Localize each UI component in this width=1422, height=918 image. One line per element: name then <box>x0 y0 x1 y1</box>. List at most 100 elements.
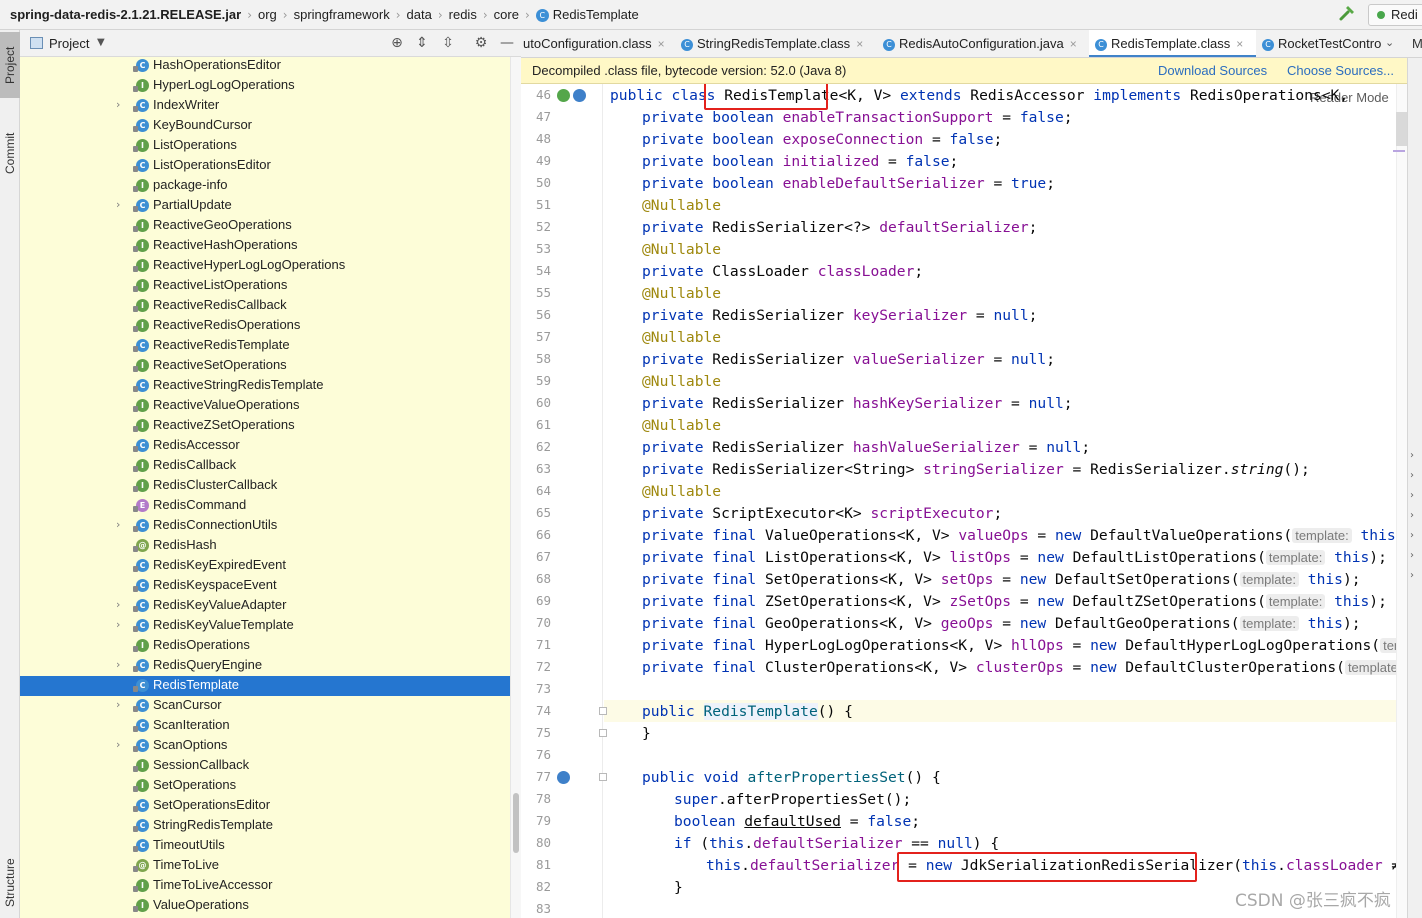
chevron-right-icon[interactable]: › <box>116 738 128 751</box>
chevron-right-icon[interactable]: › <box>116 98 128 111</box>
tree-item[interactable]: @ TimeToLive <box>20 856 510 876</box>
implements-marker-icon[interactable] <box>573 89 586 102</box>
tree-item[interactable]: C ScanIteration <box>20 716 510 736</box>
tree-item[interactable]: › C PartialUpdate <box>20 196 510 216</box>
project-tool-tab[interactable]: Project <box>0 32 20 98</box>
tree-item[interactable]: › C RedisKeyValueAdapter <box>20 596 510 616</box>
chevron-right-icon[interactable]: › <box>116 518 128 531</box>
breadcrumb-class[interactable]: C RedisTemplate <box>532 7 643 23</box>
tree-item[interactable]: I RedisClusterCallback <box>20 476 510 496</box>
tree-item[interactable]: I ListOperations <box>20 136 510 156</box>
tree-item[interactable]: I ReactiveRedisCallback <box>20 296 510 316</box>
tree-item[interactable]: I RedisOperations <box>20 636 510 656</box>
chevron-right-icon[interactable]: › <box>116 658 128 671</box>
close-icon[interactable]: × <box>856 37 863 51</box>
breadcrumb-core[interactable]: core <box>490 7 523 22</box>
tree-item[interactable]: C RedisKeyspaceEvent <box>20 576 510 596</box>
tree-item[interactable]: › C RedisConnectionUtils <box>20 516 510 536</box>
subclass-marker-icon[interactable] <box>557 89 570 102</box>
tree-item[interactable]: I SetOperations <box>20 776 510 796</box>
locate-target-icon[interactable]: ⊕ <box>388 34 406 52</box>
tree-item[interactable]: C StringRedisTemplate <box>20 816 510 836</box>
tree-item[interactable]: › C IndexWriter <box>20 96 510 116</box>
download-sources-link[interactable]: Download Sources <box>1158 63 1267 78</box>
fold-marker[interactable] <box>599 707 607 715</box>
chevron-right-icon[interactable]: › <box>1410 450 1414 461</box>
tree-item[interactable]: C ReactiveRedisTemplate <box>20 336 510 356</box>
chevron-right-icon[interactable]: › <box>116 198 128 211</box>
close-icon[interactable]: × <box>658 37 665 51</box>
tree-item[interactable]: C KeyBoundCursor <box>20 116 510 136</box>
chevron-right-icon[interactable]: › <box>1410 530 1414 541</box>
tree-item[interactable]: C ListOperationsEditor <box>20 156 510 176</box>
chevron-right-icon[interactable]: › <box>1410 550 1414 561</box>
tree-item[interactable]: C HashOperationsEditor <box>20 57 510 76</box>
editor-scrollbar[interactable] <box>1396 84 1407 918</box>
tree-item[interactable]: › C RedisKeyValueTemplate <box>20 616 510 636</box>
tree-item[interactable]: C ReactiveStringRedisTemplate <box>20 376 510 396</box>
tree-item[interactable]: › C RedisQueryEngine <box>20 656 510 676</box>
tab-redistemplate-class[interactable]: C RedisTemplate.class × <box>1089 30 1256 57</box>
fold-marker[interactable] <box>599 729 607 737</box>
project-view-selector[interactable]: Project <box>49 36 89 51</box>
tree-item[interactable]: › C ScanCursor <box>20 696 510 716</box>
chevron-right-icon[interactable]: › <box>1410 510 1414 521</box>
gear-icon[interactable]: ⚙ <box>472 34 490 52</box>
chevron-right-icon[interactable]: › <box>116 618 128 631</box>
tree-item[interactable]: I ReactiveHashOperations <box>20 236 510 256</box>
chevron-down-icon[interactable]: ▼ <box>97 37 105 48</box>
breadcrumb-redis[interactable]: redis <box>445 7 481 22</box>
build-hammer-icon[interactable] <box>1338 5 1356 23</box>
tree-item[interactable]: I ReactiveListOperations <box>20 276 510 296</box>
tree-item[interactable]: Ipackage-info <box>20 176 510 196</box>
chevron-right-icon[interactable]: › <box>1410 470 1414 481</box>
close-icon[interactable]: × <box>1070 37 1077 51</box>
chevron-right-icon[interactable]: › <box>116 598 128 611</box>
tab-redisautoconfiguration-java[interactable]: C RedisAutoConfiguration.java × <box>877 30 1089 57</box>
tree-scrollbar[interactable] <box>510 57 521 918</box>
tree-item[interactable]: I ReactiveHyperLogLogOperations <box>20 256 510 276</box>
tree-item[interactable]: C RedisKeyExpiredEvent <box>20 556 510 576</box>
tree-item[interactable]: I HyperLogLogOperations <box>20 76 510 96</box>
breadcrumb-org[interactable]: org <box>254 7 281 22</box>
tree-item[interactable]: I ReactiveGeoOperations <box>20 216 510 236</box>
choose-sources-link[interactable]: Choose Sources... <box>1287 63 1394 78</box>
tab-list-chevron-icon[interactable]: ⌄ <box>1385 36 1394 49</box>
run-configuration-selector[interactable]: Redi <box>1368 4 1422 26</box>
tree-item[interactable]: C RedisAccessor <box>20 436 510 456</box>
tree-item[interactable]: I ReactiveZSetOperations <box>20 416 510 436</box>
expand-all-icon[interactable]: ⇕ <box>413 34 431 52</box>
chevron-right-icon[interactable]: › <box>116 698 128 711</box>
tree-item[interactable]: E RedisCommand <box>20 496 510 516</box>
structure-tool-tab[interactable]: Structure <box>0 848 20 918</box>
editor-scroll-thumb[interactable] <box>1396 112 1407 146</box>
tab-stringredistemplate-class[interactable]: C StringRedisTemplate.class × <box>675 30 877 57</box>
tree-item[interactable]: I ReactiveSetOperations <box>20 356 510 376</box>
tree-item[interactable]: I ReactiveRedisOperations <box>20 316 510 336</box>
tree-scroll-thumb[interactable] <box>513 793 519 853</box>
breadcrumb-jar[interactable]: spring-data-redis-2.1.21.RELEASE.jar <box>10 7 245 22</box>
tree-item[interactable]: I ValueOperations <box>20 896 510 916</box>
tab-overflow-label[interactable]: M <box>1412 36 1422 51</box>
chevron-right-icon[interactable]: › <box>1410 490 1414 501</box>
fold-marker[interactable] <box>599 773 607 781</box>
tree-item[interactable]: › C ScanOptions <box>20 736 510 756</box>
collapse-all-icon[interactable]: ⇳ <box>439 34 457 52</box>
tree-item[interactable]: C TimeoutUtils <box>20 836 510 856</box>
chevron-right-icon[interactable]: › <box>1410 570 1414 581</box>
commit-tool-tab[interactable]: Commit <box>0 108 20 198</box>
tree-item[interactable]: I ReactiveValueOperations <box>20 396 510 416</box>
breadcrumb-springframework[interactable]: springframework <box>290 7 394 22</box>
breadcrumb-data[interactable]: data <box>403 7 436 22</box>
tree-item[interactable]: C RedisTemplate <box>20 676 510 696</box>
tab-rockettestcontroller[interactable]: C RocketTestContro <box>1256 30 1406 57</box>
tree-item[interactable]: C SetOperationsEditor <box>20 796 510 816</box>
override-marker-icon[interactable] <box>557 771 570 784</box>
close-icon[interactable]: × <box>1236 37 1243 51</box>
tree-item[interactable]: I SessionCallback <box>20 756 510 776</box>
hide-panel-icon[interactable]: — <box>498 34 516 52</box>
tree-item[interactable]: @ RedisHash <box>20 536 510 556</box>
code-editor[interactable]: 46 47 48 49 50 51 52 53 54 55 56 57 58 59 60 61 62 63 64 65… <box>521 84 1407 918</box>
tree-item[interactable]: I RedisCallback <box>20 456 510 476</box>
tab-autoconfiguration-class[interactable]: utoConfiguration.class × <box>521 30 675 57</box>
